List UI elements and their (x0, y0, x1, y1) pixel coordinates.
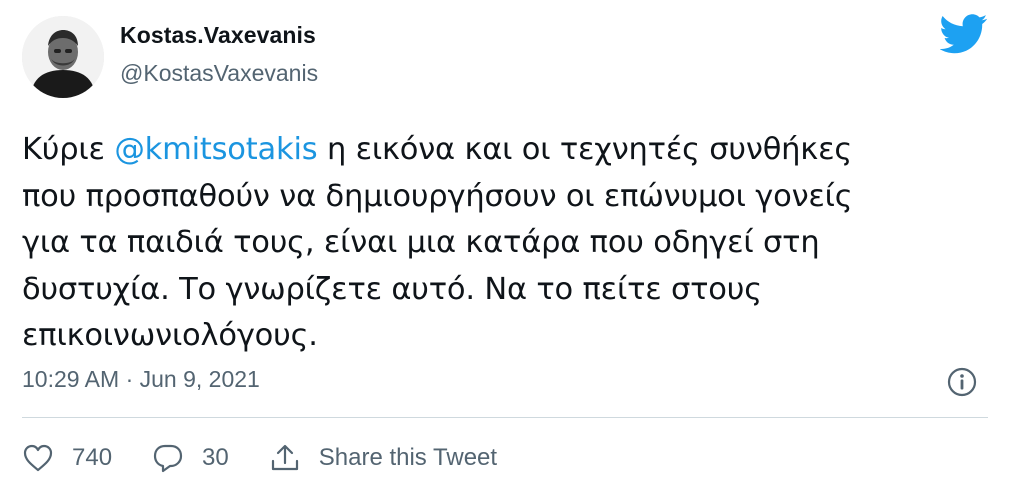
like-button[interactable]: 740 (22, 443, 112, 473)
comment-icon (153, 444, 183, 473)
tweet-text-segment: η εικόνα και οι τεχνητές συνθήκες (317, 132, 853, 167)
like-count: 740 (72, 444, 113, 471)
reply-button[interactable]: 30 (152, 443, 229, 473)
twitter-bird-icon[interactable] (939, 14, 988, 54)
author-name[interactable]: Kostas.Vaxevanis (120, 22, 316, 49)
tweet-text-segment: Κύριε (22, 132, 115, 167)
share-button[interactable]: Share this Tweet (269, 443, 497, 473)
share-icon (271, 444, 298, 471)
share-label: Share this Tweet (318, 444, 498, 471)
tweet-line-2: που προσπαθούν να δημιουργήσουν οι επώνυ… (22, 178, 853, 214)
tweet-line-4: δυστυχία. Το γνωρίζετε αυτό. Να το πείτε… (22, 271, 762, 307)
avatar-photo-icon (22, 16, 104, 98)
divider (22, 417, 988, 418)
tweet-line-3: για τα παιδιά τους, είναι μια κατάρα που… (22, 225, 820, 260)
heart-icon (23, 444, 53, 472)
reply-count: 30 (202, 444, 229, 471)
tweet-card: Kostas.Vaxevanis @KostasVaxevanis Κύριε … (0, 0, 1012, 483)
tweet-timestamp[interactable]: 10:29 AM · Jun 9, 2021 (22, 366, 260, 393)
avatar[interactable] (22, 16, 104, 98)
author-handle[interactable]: @KostasVaxevanis (120, 60, 318, 87)
tweet-line-5: επικοινωνιολόγους. (22, 318, 318, 353)
mention-link[interactable]: @kmitsotakis (114, 132, 317, 167)
tweet-actions: 740 30 Share this Tweet (22, 438, 537, 478)
info-icon[interactable] (946, 366, 978, 398)
tweet-line-1: Κύριε @kmitsotakis η εικόνα και οι τεχνη… (22, 127, 982, 174)
tweet-text: Κύριε @kmitsotakis η εικόνα και οι τεχνη… (22, 127, 982, 360)
